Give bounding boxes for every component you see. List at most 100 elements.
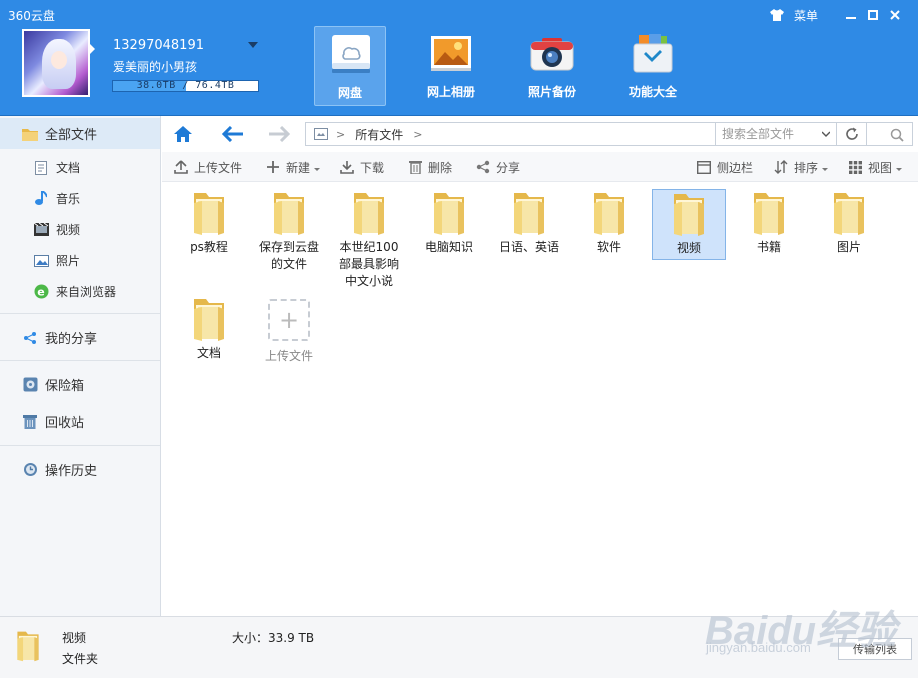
sidebar-item-label: 回收站: [45, 416, 85, 431]
folder-item[interactable]: 本世纪100部最具影响中文小说: [332, 189, 406, 290]
close-icon[interactable]: [884, 6, 906, 24]
view-button[interactable]: 视图: [848, 152, 903, 182]
share-button[interactable]: 分享: [476, 152, 520, 182]
search-input[interactable]: [722, 127, 882, 141]
delete-label: 删除: [428, 160, 453, 175]
chevron-right-icon: >: [336, 127, 346, 141]
history-icon: [22, 462, 38, 478]
plus-icon: +: [278, 306, 300, 334]
dropdown-triangle-icon: [822, 167, 829, 171]
folder-name: 日语、英语: [498, 240, 559, 254]
folder-item-selected[interactable]: 视频: [652, 189, 726, 260]
delete-button[interactable]: 删除: [408, 152, 452, 182]
browser-icon: e: [33, 284, 49, 300]
sidebar-item-videos[interactable]: 视频: [0, 214, 160, 245]
chevron-right-icon[interactable]: >: [413, 128, 422, 141]
folder-name: 电脑知识: [424, 240, 473, 254]
download-button[interactable]: 下载: [340, 152, 384, 182]
window-controls: 菜单: [766, 6, 906, 24]
sidebar: 全部文件 文档 音乐 视频 照片 e 来自浏览器 我的分享 保险箱 回收站 操作…: [0, 116, 161, 616]
sidebar-item-history[interactable]: 操作历史: [0, 454, 160, 485]
home-button[interactable]: [170, 122, 196, 146]
forward-button[interactable]: [266, 122, 292, 146]
folder-item[interactable]: 日语、英语: [492, 189, 566, 256]
folder-name: 视频: [676, 241, 701, 255]
breadcrumb-all-files[interactable]: 所有文件: [355, 126, 403, 143]
new-button[interactable]: 新建: [266, 152, 321, 182]
folder-name: 保存到云盘的文件: [258, 240, 319, 271]
arrow-right-icon: [269, 126, 290, 142]
folder-icon: [274, 193, 304, 235]
upload-icon: [174, 160, 188, 174]
sort-button[interactable]: 排序: [774, 152, 829, 182]
search-box[interactable]: [715, 122, 913, 146]
search-icon[interactable]: [890, 128, 904, 142]
sidebar-item-label: 全部文件: [45, 128, 98, 143]
nav-label: 网上相册: [426, 85, 475, 99]
sort-icon: [774, 160, 788, 174]
sidebar-divider: [0, 360, 160, 361]
nav-photo-backup[interactable]: 照片备份: [516, 26, 588, 106]
folder-item[interactable]: 保存到云盘的文件: [252, 189, 326, 273]
nav-toolbox[interactable]: 功能大全: [617, 26, 689, 106]
avatar[interactable]: [22, 29, 90, 97]
status-item-size: 大小：33.9 TB: [232, 631, 315, 645]
dropdown-triangle-icon: [314, 167, 321, 171]
nav-photo-album[interactable]: 网上相册: [415, 26, 487, 106]
sidebar-toggle-button[interactable]: 侧边栏: [697, 152, 753, 182]
watermark-url: jingyan.baidu.com: [706, 640, 811, 655]
nav-label: 网盘: [337, 86, 362, 100]
nav-label: 照片备份: [527, 85, 576, 99]
folder-name: 软件: [596, 240, 621, 254]
app-title: 360云盘: [8, 9, 55, 23]
folder-name: 图片: [836, 240, 861, 254]
sidebar-item-photos[interactable]: 照片: [0, 245, 160, 276]
folder-item[interactable]: ps教程: [172, 189, 246, 256]
maximize-icon[interactable]: [862, 6, 884, 24]
sidebar-item-label: 来自浏览器: [56, 285, 117, 299]
account-phone[interactable]: 13297048191: [113, 38, 204, 53]
plus-icon: [266, 160, 280, 174]
quota-bar: 38.0TB / 76.4TB: [112, 80, 259, 92]
safe-icon: [22, 377, 38, 393]
nav-cloud-drive[interactable]: 网盘: [314, 26, 386, 106]
cloud-drive-icon: [332, 35, 370, 73]
sidebar-item-browser[interactable]: e 来自浏览器: [0, 276, 160, 307]
menu-button[interactable]: 菜单: [794, 7, 818, 24]
account-nickname: 爱美丽的小男孩: [113, 60, 198, 74]
upload-tile-label: 上传文件: [264, 349, 313, 363]
folder-icon: [754, 193, 784, 235]
folder-icon: [834, 193, 864, 235]
drive-icon: [314, 128, 328, 140]
account-dropdown-icon[interactable]: [248, 42, 258, 48]
minimize-icon[interactable]: [840, 6, 862, 24]
sidebar-item-recycle-bin[interactable]: 回收站: [0, 406, 160, 437]
upload-button[interactable]: 上传文件: [174, 152, 242, 182]
sidebar-item-label: 操作历史: [45, 464, 98, 479]
sidebar-item-my-share[interactable]: 我的分享: [0, 322, 160, 353]
folder-item[interactable]: 图片: [812, 189, 886, 256]
folder-item[interactable]: 书籍: [732, 189, 806, 256]
folder-item[interactable]: 软件: [572, 189, 646, 256]
folder-name: 文档: [196, 346, 221, 360]
view-label: 视图: [868, 160, 893, 175]
upload-tile[interactable]: +: [268, 299, 310, 341]
skin-icon[interactable]: [766, 6, 788, 24]
sidebar-item-label: 文档: [56, 161, 81, 175]
sidebar-divider: [0, 445, 160, 446]
sidebar-item-safe-box[interactable]: 保险箱: [0, 369, 160, 400]
sidebar-divider: [0, 313, 160, 314]
action-toolbar: 上传文件 新建 下载 删除 分享 侧边栏 排序 视图: [162, 152, 918, 182]
trash-icon: [22, 414, 38, 430]
trash-icon: [408, 160, 422, 174]
back-button[interactable]: [220, 122, 246, 146]
folder-item[interactable]: 文档: [172, 295, 246, 362]
sidebar-item-documents[interactable]: 文档: [0, 152, 160, 183]
folder-icon: [194, 299, 224, 341]
folder-icon: [434, 193, 464, 235]
sidebar-item-all-files[interactable]: 全部文件: [0, 118, 160, 149]
folder-item[interactable]: 电脑知识: [412, 189, 486, 256]
sidebar-item-music[interactable]: 音乐: [0, 183, 160, 214]
folder-name: 本世纪100部最具影响中文小说: [338, 240, 399, 288]
arrow-left-icon: [222, 126, 243, 142]
